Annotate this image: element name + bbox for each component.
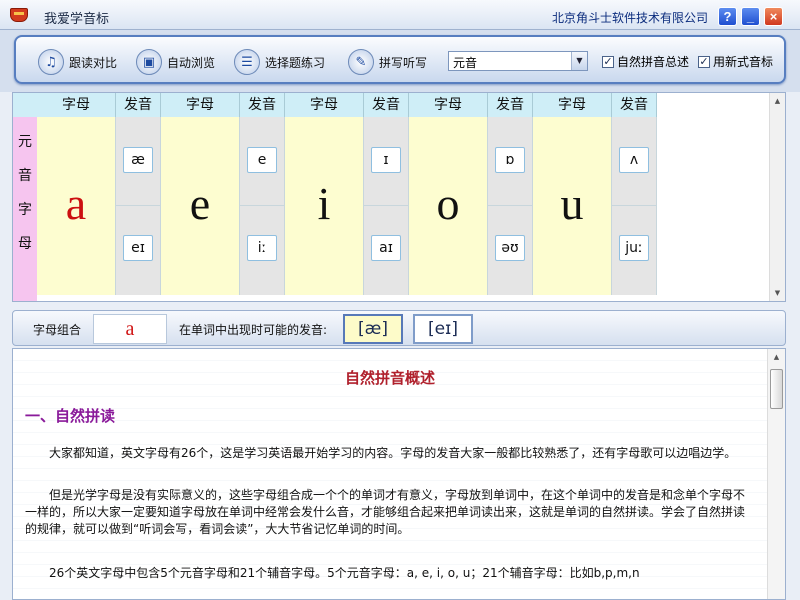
cell-divider [116,205,160,206]
checkmark-icon[interactable]: ✓ [602,55,614,68]
pronunciation-button[interactable]: [eɪ] [413,314,473,344]
scroll-up-icon[interactable]: ▲ [768,349,785,365]
help-button[interactable]: ? [718,7,737,26]
speaker-icon: ♫ [38,49,64,75]
letter-cell-i[interactable]: i [285,117,364,295]
sound-chip[interactable]: əʊ [495,235,525,261]
sound-cell-u: ʌ juː [612,117,657,295]
side-label-header [13,93,37,117]
toolbar-frame: ♫ 跟读对比 ▣ 自动浏览 ☰ 选择题练习 ✎ 拼写听写 元音 ▼ ✓ 自然拼音… [0,30,800,92]
sound-chip[interactable]: e [247,147,277,173]
cell-divider [488,205,532,206]
letter-header: 字母 [533,93,612,117]
pronunciation-button-selected[interactable]: [æ] [343,314,403,344]
browse-icon: ▣ [136,49,162,75]
sound-chip[interactable]: iː [247,235,277,261]
letter-e: e [189,178,211,229]
cell-divider [612,205,656,206]
letter-cell-o[interactable]: o [409,117,488,295]
sound-chip[interactable]: eɪ [123,235,153,261]
auto-browse-button[interactable]: ▣ 自动浏览 [136,48,215,76]
letter-cell-e[interactable]: e [161,117,240,295]
letter-header: 字母 [409,93,488,117]
side-label-column: 元 音 字 母 [13,93,37,301]
paragraph: 大家都知道，英文字母有26个，这是学习英语最开始学习的内容。字母的发音大家一般都… [49,446,737,460]
scroll-up-icon[interactable]: ▲ [770,93,785,109]
document-title: 自然拼音概述 [344,369,435,387]
sound-header: 发音 [116,93,161,117]
letter-header: 字母 [37,93,116,117]
letter-header: 字母 [285,93,364,117]
sound-chip[interactable]: juː [619,235,649,261]
side-label-char: 母 [18,236,32,252]
toolbar: ♫ 跟读对比 ▣ 自动浏览 ☰ 选择题练习 ✎ 拼写听写 元音 ▼ ✓ 自然拼音… [14,35,786,84]
overview-checkbox-label: 自然拼音总述 [617,55,690,69]
pencil-icon: ✎ [348,49,374,75]
sound-chip[interactable]: aɪ [371,235,401,261]
letter-combination-bar: 字母组合 a 在单词中出现时可能的发音: [æ] [eɪ] [12,310,786,346]
quiz-label: 选择题练习 [265,55,326,70]
sound-header: 发音 [240,93,285,117]
sound-chip[interactable]: ɒ [495,147,525,173]
auto-browse-label: 自动浏览 [167,55,216,70]
close-button[interactable]: × [764,7,783,26]
sound-chip[interactable]: ʌ [619,147,649,173]
overview-document: 自然拼音概述 一、自然拼读 大家都知道，英文字母有26个，这是学习英语最开始学习… [12,348,786,600]
title-bar: 我爱学音标 北京角斗士软件技术有限公司 ? _ × [0,0,800,30]
combination-label: 字母组合 [33,323,82,337]
checkmark-icon[interactable]: ✓ [698,55,710,68]
app-logo-icon [10,8,28,22]
paragraph: 26个英文字母中包含5个元音字母和21个辅音字母。5个元音字母：a, e, i,… [49,566,640,580]
quiz-button[interactable]: ☰ 选择题练习 [234,48,325,76]
sound-cell-a: æ eɪ [116,117,161,295]
sound-header: 发音 [612,93,657,117]
letter-i: i [317,178,331,229]
category-select-value: 元音 [453,56,478,70]
scroll-down-icon[interactable]: ▼ [770,285,785,301]
sound-chip[interactable]: ɪ [371,147,401,173]
letter-header: 字母 [161,93,240,117]
letter-cell-a[interactable]: a [37,117,116,295]
overview-checkbox[interactable]: ✓ 自然拼音总述 [602,53,689,70]
side-label-char: 字 [18,202,32,218]
letter-o: o [436,178,460,229]
side-label-char: 音 [18,168,32,184]
letter-u: u [560,178,584,229]
section-heading: 一、自然拼读 [25,407,116,425]
category-select[interactable]: 元音 ▼ [448,51,588,71]
dictation-label: 拼写听写 [379,55,428,70]
sound-header: 发音 [364,93,409,117]
combination-value: a [93,314,167,344]
table-scrollbar[interactable]: ▲ ▼ [769,93,785,301]
quiz-icon: ☰ [234,49,260,75]
chevron-down-icon[interactable]: ▼ [571,52,587,70]
follow-read-button[interactable]: ♫ 跟读对比 [38,48,117,76]
vowel-letter-table: 元 音 字 母 字母 发音 a æ eɪ 字母 发音 e e iː 字母 发音 … [12,92,786,302]
cell-divider [240,205,284,206]
dictation-button[interactable]: ✎ 拼写听写 [348,48,427,76]
letter-cell-u[interactable]: u [533,117,612,295]
letter-a: a [65,178,87,229]
new-phonetic-checkbox[interactable]: ✓ 用新式音标 [698,53,773,70]
window-title: 我爱学音标 [44,12,110,27]
follow-read-label: 跟读对比 [69,55,118,70]
sound-header: 发音 [488,93,533,117]
sound-cell-e: e iː [240,117,285,295]
paragraph: 但是光学字母是没有实际意义的，这些字母组合成一个个的单词才有意义，字母放到单词中… [25,488,746,536]
new-phonetic-checkbox-label: 用新式音标 [713,55,774,69]
side-label-char: 元 [18,134,32,150]
company-name: 北京角斗士软件技术有限公司 [552,11,709,25]
possible-sounds-hint: 在单词中出现时可能的发音: [179,323,328,337]
cell-divider [364,205,408,206]
document-scrollbar[interactable]: ▲ [767,349,785,599]
scroll-thumb[interactable] [770,369,783,409]
minimize-button[interactable]: _ [741,7,760,26]
sound-cell-o: ɒ əʊ [488,117,533,295]
sound-chip[interactable]: æ [123,147,153,173]
sound-cell-i: ɪ aɪ [364,117,409,295]
